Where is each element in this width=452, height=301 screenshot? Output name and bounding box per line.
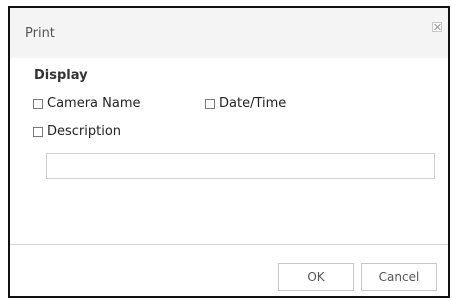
description-label: Description <box>47 124 122 139</box>
print-dialog: Print Display Camera Name Date/Time Desc… <box>8 6 450 298</box>
date-time-option[interactable]: Date/Time <box>205 96 286 111</box>
footer-divider <box>10 244 448 245</box>
date-time-checkbox[interactable] <box>205 98 215 109</box>
description-option[interactable]: Description <box>33 124 121 139</box>
date-time-label: Date/Time <box>219 96 287 111</box>
cancel-button[interactable]: Cancel <box>361 263 437 291</box>
display-section-label: Display <box>34 68 88 83</box>
ok-button[interactable]: OK <box>278 263 354 291</box>
description-checkbox[interactable] <box>33 126 43 137</box>
dialog-titlebar: Print <box>10 8 448 58</box>
camera-name-label: Camera Name <box>47 96 141 111</box>
description-input[interactable] <box>46 153 435 179</box>
close-icon[interactable] <box>432 22 442 32</box>
camera-name-option[interactable]: Camera Name <box>33 96 141 111</box>
dialog-title: Print <box>25 26 55 41</box>
camera-name-checkbox[interactable] <box>33 98 43 109</box>
